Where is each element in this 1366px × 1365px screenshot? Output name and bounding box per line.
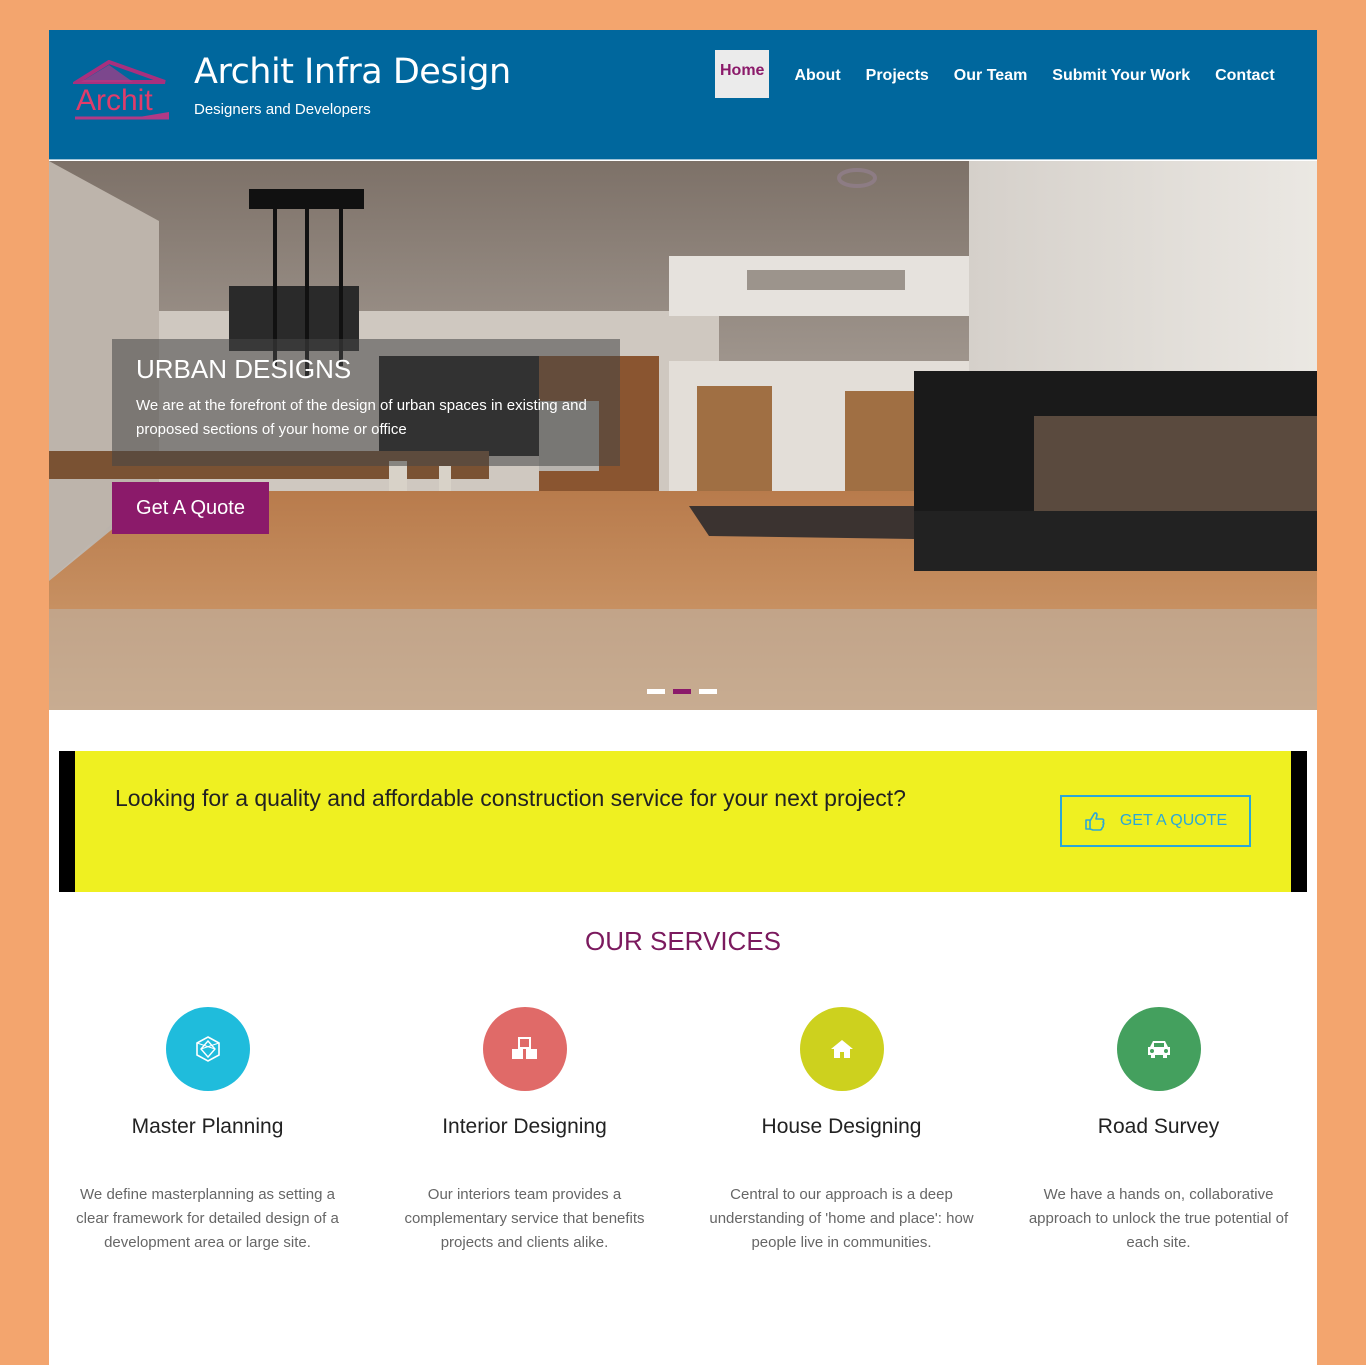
site-header: Archit Archit Infra Design Designers and… <box>49 30 1317 160</box>
site-tagline: Designers and Developers <box>194 101 371 118</box>
service-interior-designing: Interior Designing Our interiors team pr… <box>366 1007 683 1255</box>
thumbs-up-icon <box>1085 812 1105 831</box>
nav-item-submit-your-work[interactable]: Submit Your Work <box>1052 50 1190 98</box>
geometric-shape-icon <box>165 1007 250 1091</box>
nav-item-our-team[interactable]: Our Team <box>954 50 1028 98</box>
nav-item-projects[interactable]: Projects <box>866 50 929 98</box>
service-description: We have a hands on, collaborative approa… <box>1028 1186 1289 1251</box>
page-container: Archit Archit Infra Design Designers and… <box>49 30 1317 1365</box>
cta-text: Looking for a quality and affordable con… <box>115 785 906 811</box>
archit-logo[interactable]: Archit <box>73 60 173 126</box>
services-heading: OUR SERVICES <box>584 926 781 956</box>
cta-banner: Looking for a quality and affordable con… <box>59 751 1307 892</box>
cta-button-label: GET A QUOTE <box>1119 812 1228 829</box>
cta-get-a-quote-button[interactable]: GET A QUOTE <box>1060 795 1251 847</box>
nav-item-contact[interactable]: Contact <box>1215 50 1275 98</box>
service-description: We define masterplanning as setting a cl… <box>76 1186 339 1251</box>
slide-caption: URBAN DESIGNS We are at the forefront of… <box>112 339 620 466</box>
slide-title: URBAN DESIGNS <box>136 354 352 384</box>
service-description: Central to our approach is a deep unders… <box>709 1186 974 1251</box>
service-road-survey: Road Survey We have a hands on, collabor… <box>1000 1007 1317 1255</box>
slider-dots <box>647 689 717 694</box>
site-title[interactable]: Archit Infra Design <box>194 52 511 92</box>
cubes-icon <box>482 1007 567 1091</box>
get-a-quote-button[interactable]: Get A Quote <box>112 482 269 534</box>
car-icon <box>1116 1007 1201 1091</box>
nav-item-home[interactable]: Home <box>715 50 770 98</box>
service-house-designing: House Designing Central to our approach … <box>683 1007 1000 1255</box>
slider-dot-2[interactable] <box>673 689 691 694</box>
service-description: Our interiors team provides a complement… <box>404 1186 645 1251</box>
service-title: Interior Designing <box>442 1115 607 1138</box>
hero-slider[interactable]: URBAN DESIGNS We are at the forefront of… <box>49 161 1317 710</box>
main-nav: Home About Projects Our Team Submit Your… <box>715 50 1275 98</box>
slider-dot-1[interactable] <box>647 689 665 694</box>
slider-dot-3[interactable] <box>699 689 717 694</box>
slide-text: We are at the forefront of the design of… <box>136 397 587 438</box>
service-master-planning: Master Planning We define masterplanning… <box>49 1007 366 1255</box>
service-title: Road Survey <box>1097 1115 1220 1138</box>
service-title: Master Planning <box>131 1115 284 1138</box>
home-icon <box>799 1007 884 1091</box>
nav-item-about[interactable]: About <box>794 50 840 98</box>
service-title: House Designing <box>761 1115 922 1138</box>
logo-text: Archit <box>76 84 153 117</box>
